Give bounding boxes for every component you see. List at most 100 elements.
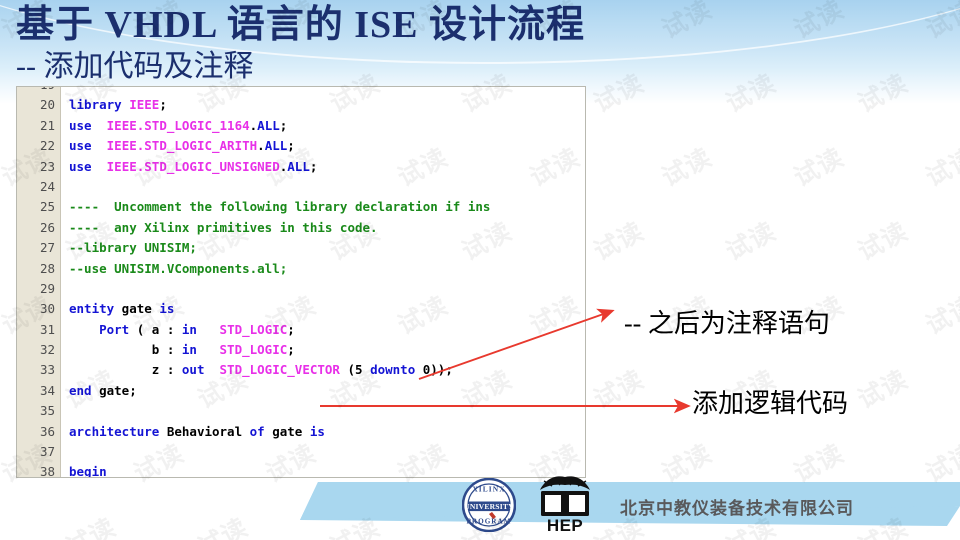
code-line[interactable]: 37 [17,442,585,462]
code-token: ALL [264,138,288,154]
code-line-text: entity gate is [69,299,174,319]
watermark-text: 试读 [656,142,717,193]
code-token: --library UNISIM; [69,240,197,256]
code-line[interactable]: 19 [17,87,585,95]
code-line[interactable]: 21 use IEEE.STD_LOGIC_1164.ALL; [17,116,585,136]
code-token: out [181,362,205,378]
line-number: 35 [39,403,55,419]
code-token: IEEE.STD_LOGIC_1164 [106,117,250,133]
code-line[interactable]: 23 use IEEE.STD_LOGIC_UNSIGNED.ALL; [17,157,585,177]
line-number: 37 [39,444,55,460]
code-token: of [249,423,265,439]
code-token: is [309,423,325,439]
code-line[interactable]: 33 z : out STD_LOGIC_VECTOR (5 downto 0)… [17,360,585,380]
line-number: 28 [39,260,55,276]
code-line-text: use IEEE.STD_LOGIC_ARITH.ALL; [69,136,295,156]
code-line-text: use IEEE.STD_LOGIC_UNSIGNED.ALL; [69,157,317,177]
code-line[interactable]: 27 --library UNISIM; [17,238,585,258]
code-token: Port [99,321,130,337]
watermark-text: 试读 [920,290,960,341]
code-token: is [159,301,175,317]
watermark-text: 试读 [920,142,960,193]
code-token: . [257,138,265,154]
code-line[interactable]: 36 architecture Behavioral of gate is [17,422,585,442]
code-token: ---- any Xilinx primitives in this code. [69,219,378,235]
code-line-text: ---- any Xilinx primitives in this code. [69,218,378,238]
slide-canvas: 基于 VHDL 语言的 ISE 设计流程 -- 添加代码及注释 19 20 libr… [0,0,960,540]
code-token: downto [370,362,416,378]
code-token: use [69,138,92,154]
watermark-text: 试读 [588,364,649,415]
code-line-text: library IEEE; [69,95,167,115]
code-token: ALL [257,117,280,133]
footer-company-name: 北京中教仪装备技术有限公司 [620,499,854,518]
hep-logo-text: HEP [547,516,583,534]
code-token: ; [309,158,318,174]
code-line[interactable]: 20 library IEEE; [17,95,585,115]
code-token: architecture [69,423,160,439]
code-line[interactable]: 31 Port ( a : in STD_LOGIC; [17,320,585,340]
line-number: 32 [39,342,55,358]
code-line[interactable]: 25 ---- Uncomment the following library d… [17,197,585,217]
code-token: --use UNISIM.VComponents.all; [69,260,288,276]
code-token: ---- Uncomment the following library dec… [69,199,491,215]
line-number: 20 [39,97,55,113]
code-line[interactable]: 29 [17,279,585,299]
code-token: STD_LOGIC [219,342,288,358]
code-token: ( a : [129,321,182,337]
watermark-text: 试读 [852,216,913,267]
code-line[interactable]: 24 [17,177,585,197]
xilinx-logo-mid-text: UNIVERSITY [464,502,514,511]
code-token: gate [114,301,160,317]
code-token: in [181,342,197,358]
xilinx-logo-top-text: XILINX [472,485,505,494]
page-title: 基于 VHDL 语言的 ISE 设计流程 [16,4,585,46]
code-token: STD_LOGIC [219,321,288,337]
code-token: in [181,321,197,337]
code-token: z : [69,362,182,378]
code-token: IEEE.STD_LOGIC_ARITH [106,138,258,154]
code-token: gate; [91,382,137,398]
hep-publisher-logo: HEP [540,476,590,534]
code-line[interactable]: 26 ---- any Xilinx primitives in this cod… [17,218,585,238]
code-line[interactable]: 32 b : in STD_LOGIC; [17,340,585,360]
code-token: STD_LOGIC_VECTOR [219,362,340,378]
code-line-text: end gate; [69,381,137,401]
line-number: 21 [39,117,55,133]
code-token: ALL [287,158,310,174]
code-token: ; [287,321,295,337]
line-number: 31 [39,321,55,337]
code-line-text: --use UNISIM.VComponents.all; [69,259,287,279]
watermark-text: 试读 [852,364,913,415]
line-number: 23 [39,158,55,174]
code-token: gate [264,423,310,439]
code-line-text: use IEEE.STD_LOGIC_1164.ALL; [69,116,287,136]
code-token: end [69,382,92,398]
code-token: (5 [339,362,371,378]
annotation-comment-syntax: -- 之后为注释语句 [624,309,830,338]
code-line[interactable]: 34 end gate; [17,381,585,401]
code-editor-panel[interactable]: 19 20 library IEEE; 21 use IEEE.STD_LOGIC_11… [16,86,586,478]
code-line[interactable]: 22 use IEEE.STD_LOGIC_ARITH.ALL; [17,136,585,156]
code-line[interactable]: 35 [17,401,585,421]
line-number: 33 [39,362,55,378]
line-number: 27 [39,240,55,256]
code-token: 0)); [415,362,453,378]
line-number: 25 [39,199,55,215]
line-number: 34 [39,382,55,398]
code-line[interactable]: 30 entity gate is [17,299,585,319]
line-number: 22 [39,138,55,154]
line-number: 30 [39,301,55,317]
code-token: Behavioral [159,423,250,439]
code-token: IEEE [129,97,160,113]
code-token: library [69,97,122,113]
code-token: b : [69,342,182,358]
code-line[interactable]: 28 --use UNISIM.VComponents.all; [17,259,585,279]
xilinx-logo-bottom-text: PROGRAM [467,518,512,526]
code-line-text: ---- Uncomment the following library dec… [69,197,490,217]
code-token: ; [279,117,288,133]
